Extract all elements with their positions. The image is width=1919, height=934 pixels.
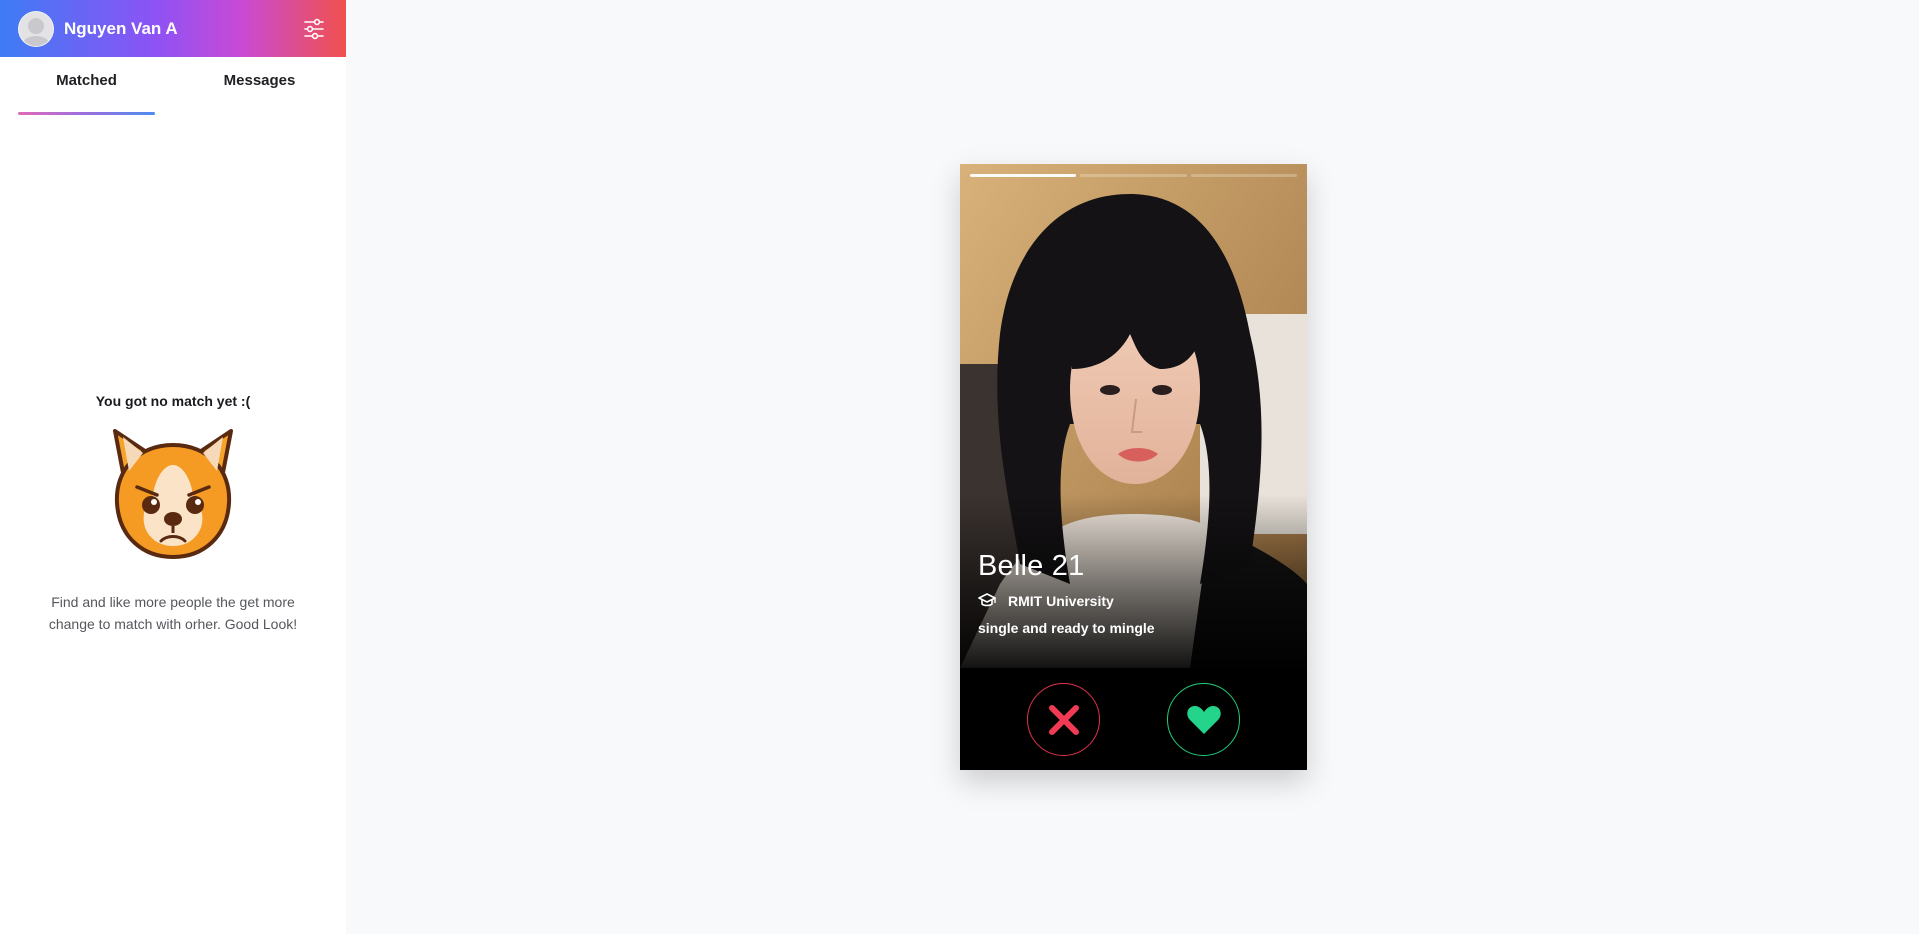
tab-bar: Matched Messages xyxy=(0,70,346,115)
x-icon xyxy=(1048,704,1079,735)
tab-matched[interactable]: Matched xyxy=(0,70,173,115)
photo-progress-segment xyxy=(1190,174,1297,177)
nope-button[interactable] xyxy=(1027,683,1100,756)
settings-button[interactable] xyxy=(300,15,328,43)
sidebar-header: Nguyen Van A xyxy=(0,0,346,57)
avatar-head xyxy=(28,17,44,34)
main-area: Belle 21 RMIT University single and read… xyxy=(346,0,1919,934)
avatar[interactable] xyxy=(18,10,54,47)
photo-progress xyxy=(970,174,1297,177)
profile-school: RMIT University xyxy=(978,593,1155,609)
profile-bio: single and ready to mingle xyxy=(978,620,1155,636)
profile-school-label: RMIT University xyxy=(1008,593,1114,609)
empty-state: You got no match yet :(Find and like mo… xyxy=(0,393,346,635)
empty-description: Find and like more people the get more c… xyxy=(48,594,298,632)
sad-corgi-icon xyxy=(113,429,233,559)
profile-card[interactable]: Belle 21 RMIT University single and read… xyxy=(960,164,1307,770)
app: Nguyen Van A Matched Messages You got no… xyxy=(0,0,1919,934)
sad-corgi-illustration xyxy=(0,425,346,561)
user-name: Nguyen Van A xyxy=(64,18,178,38)
heart-icon xyxy=(1186,705,1221,734)
card-actions xyxy=(960,683,1307,756)
sliders-icon xyxy=(304,18,324,39)
tab-messages-label: Messages xyxy=(223,72,296,89)
sidebar: Nguyen Van A Matched Messages You got no… xyxy=(0,0,346,934)
profile-info: Belle 21 RMIT University single and read… xyxy=(978,550,1155,636)
tab-messages[interactable]: Messages xyxy=(173,70,346,115)
avatar-body xyxy=(21,35,51,46)
photo-progress-segment xyxy=(1080,174,1187,177)
empty-title: You got no match yet :( xyxy=(95,393,251,409)
like-button[interactable] xyxy=(1167,683,1240,756)
tab-matched-label: Matched xyxy=(56,72,117,89)
graduation-cap-icon xyxy=(978,593,996,607)
profile-name-age: Belle 21 xyxy=(978,550,1085,582)
photo-progress-segment xyxy=(970,174,1077,177)
